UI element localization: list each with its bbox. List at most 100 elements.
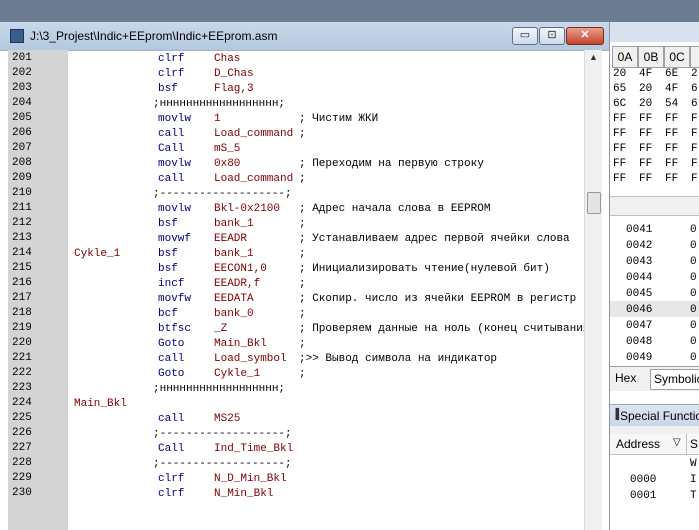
sfr-symbol[interactable]: T: [690, 490, 697, 502]
close-button[interactable]: ✕: [566, 27, 604, 45]
sfr-symbol[interactable]: I: [690, 474, 697, 486]
sfr-symbol[interactable]: W: [690, 458, 697, 470]
code-line[interactable]: movfw EEDATA ; Скопир. число из ячейки EEP…: [68, 292, 584, 307]
program-address[interactable]: 0048: [626, 336, 652, 348]
tab-symbolic[interactable]: Symbolic: [650, 369, 699, 390]
code-line[interactable]: clrf D_Chas: [68, 67, 584, 82]
hex-cell[interactable]: FF: [613, 158, 626, 170]
hex-cell[interactable]: 6: [691, 83, 698, 95]
hex-cell[interactable]: FF: [665, 143, 678, 155]
pin-icon[interactable]: ▐: [612, 409, 619, 420]
hex-cell[interactable]: 6C: [613, 98, 626, 110]
program-address[interactable]: 0046: [626, 304, 652, 316]
program-value[interactable]: 0: [690, 240, 697, 252]
program-address[interactable]: 0045: [626, 288, 652, 300]
hex-cell[interactable]: F: [691, 143, 698, 155]
code-line[interactable]: bsf Flag,3: [68, 82, 584, 97]
hex-cell[interactable]: FF: [665, 128, 678, 140]
hex-cell[interactable]: 65: [613, 83, 626, 95]
scroll-up-arrow-icon[interactable]: ▲: [589, 52, 598, 62]
code-line[interactable]: clrf N_Min_Bkl: [68, 487, 584, 502]
code-line[interactable]: Goto Cykle_1;: [68, 367, 584, 382]
special-function-titlebar[interactable]: ▐ Special Functio: [610, 404, 699, 427]
hex-cell[interactable]: FF: [639, 128, 652, 140]
code-line[interactable]: Main_Bkl: [68, 397, 584, 412]
scrollbar-thumb[interactable]: [587, 192, 601, 214]
program-value[interactable]: 0: [690, 256, 697, 268]
hex-cell[interactable]: 20: [613, 68, 626, 80]
program-value[interactable]: 0: [690, 304, 697, 316]
code-line[interactable]: Call mS_5: [68, 142, 584, 157]
code-line[interactable]: bcf bank_0;: [68, 307, 584, 322]
hex-cell[interactable]: FF: [639, 158, 652, 170]
panel-splitter[interactable]: [610, 196, 699, 216]
code-line[interactable]: ;нннннннннннннннннн;: [68, 382, 584, 397]
hex-cell[interactable]: 4F: [639, 68, 652, 80]
hex-cell[interactable]: F: [691, 173, 698, 185]
program-value[interactable]: 0: [690, 224, 697, 236]
hex-cell[interactable]: FF: [613, 173, 626, 185]
vertical-scrollbar[interactable]: ▲: [584, 50, 602, 530]
hex-cell[interactable]: 20: [639, 83, 652, 95]
hex-cell[interactable]: FF: [665, 158, 678, 170]
program-value[interactable]: 0: [690, 288, 697, 300]
code-line[interactable]: bsf bank_1;: [68, 217, 584, 232]
code-line[interactable]: movlw 1 ; Чистим ЖКИ: [68, 112, 584, 127]
hex-cell[interactable]: 54: [665, 98, 678, 110]
code-line[interactable]: movlw Bkl-0x2100 ; Адрес начала слова в EE…: [68, 202, 584, 217]
code-line[interactable]: ;-------------------;: [68, 457, 584, 472]
program-address[interactable]: 0044: [626, 272, 652, 284]
hex-cell[interactable]: FF: [665, 113, 678, 125]
code-line[interactable]: clrf N_D_Min_Bkl: [68, 472, 584, 487]
program-address[interactable]: 0043: [626, 256, 652, 268]
sort-descending-icon[interactable]: ▽: [673, 437, 681, 448]
code-line[interactable]: movlw 0x80 ; Переходим на первую строку: [68, 157, 584, 172]
hex-cell[interactable]: 20: [639, 98, 652, 110]
code-line[interactable]: call Load_command;: [68, 172, 584, 187]
sfr-address[interactable]: 0001: [630, 490, 656, 502]
code-line[interactable]: ;-------------------;: [68, 187, 584, 202]
hex-cell[interactable]: FF: [665, 173, 678, 185]
hex-column-header[interactable]: 0B: [638, 46, 664, 68]
program-address[interactable]: 0042: [626, 240, 652, 252]
code-line[interactable]: btfsc _Z ; Проверяем данные на ноль (конец…: [68, 322, 584, 337]
code-line[interactable]: call Load_symbol ;>> Вывод символа на инди…: [68, 352, 584, 367]
program-address[interactable]: 0049: [626, 352, 652, 364]
program-address[interactable]: 0047: [626, 320, 652, 332]
code-line[interactable]: call MS25: [68, 412, 584, 427]
maximize-button[interactable]: ⊡: [539, 27, 565, 45]
program-address[interactable]: 0041: [626, 224, 652, 236]
hex-cell[interactable]: F: [691, 128, 698, 140]
column-header-address[interactable]: Address: [616, 437, 660, 451]
hex-column-header[interactable]: 0A: [612, 46, 638, 68]
hex-cell[interactable]: FF: [639, 113, 652, 125]
minimize-button[interactable]: ▭: [512, 27, 538, 45]
code-line[interactable]: Goto Main_Bkl;: [68, 337, 584, 352]
hex-column-header[interactable]: 0: [690, 46, 699, 68]
hex-cell[interactable]: 4F: [665, 83, 678, 95]
hex-cell[interactable]: F: [691, 158, 698, 170]
program-value[interactable]: 0: [690, 320, 697, 332]
column-header-symbol[interactable]: S: [686, 434, 699, 454]
hex-cell[interactable]: FF: [613, 113, 626, 125]
hex-cell[interactable]: FF: [613, 143, 626, 155]
code-line[interactable]: movwf EEADR ; Устанавливаем адрес первой я…: [68, 232, 584, 247]
hex-cell[interactable]: FF: [613, 128, 626, 140]
code-line[interactable]: ;-------------------;: [68, 427, 584, 442]
code-line[interactable]: call Load_command;: [68, 127, 584, 142]
hex-cell[interactable]: 6: [691, 98, 698, 110]
editor-titlebar[interactable]: J:\3_Projest\Indic+EEprom\Indic+EEprom.a…: [0, 22, 609, 51]
program-value[interactable]: 0: [690, 272, 697, 284]
hex-cell[interactable]: 2: [691, 68, 698, 80]
code-line[interactable]: Call Ind_Time_Bkl: [68, 442, 584, 457]
hex-cell[interactable]: FF: [639, 143, 652, 155]
tab-hex[interactable]: Hex: [612, 369, 639, 388]
sfr-address[interactable]: 0000: [630, 474, 656, 486]
code-line[interactable]: clrf Chas: [68, 52, 584, 67]
code-line[interactable]: bsf EECON1,0 ; Инициализировать чтение(нул…: [68, 262, 584, 277]
hex-cell[interactable]: 6E: [665, 68, 678, 80]
program-value[interactable]: 0: [690, 352, 697, 364]
code-area[interactable]: clrf Chas clrf D_Chas bsf Flag,3 ;нннннннннннн…: [68, 50, 584, 530]
hex-cell[interactable]: FF: [639, 173, 652, 185]
program-value[interactable]: 0: [690, 336, 697, 348]
